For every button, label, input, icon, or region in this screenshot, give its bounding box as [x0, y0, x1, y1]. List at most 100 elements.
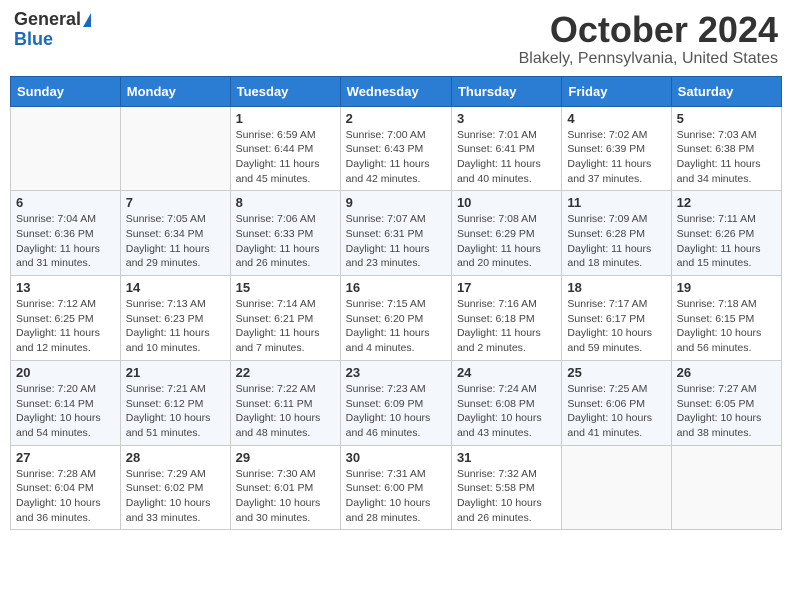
day-number: 31	[457, 450, 556, 465]
day-detail: Sunrise: 7:18 AM Sunset: 6:15 PM Dayligh…	[677, 297, 776, 356]
day-number: 6	[16, 195, 115, 210]
day-number: 8	[236, 195, 335, 210]
day-number: 29	[236, 450, 335, 465]
calendar-cell: 14Sunrise: 7:13 AM Sunset: 6:23 PM Dayli…	[120, 276, 230, 361]
week-row-2: 6 Sunrise: 7:04 AM Sunset: 6:36 PM Daylig…	[11, 191, 782, 276]
day-detail: Sunrise: 7:03 AM Sunset: 6:38 PM Dayligh…	[677, 128, 776, 187]
day-detail: Sunrise: 7:14 AM Sunset: 6:21 PM Dayligh…	[236, 297, 335, 356]
day-number: 5	[677, 111, 776, 126]
day-number: 28	[126, 450, 225, 465]
day-detail: Sunrise: 7:05 AM Sunset: 6:34 PM Dayligh…	[126, 212, 225, 271]
day-number: 7	[126, 195, 225, 210]
day-number: 2	[346, 111, 446, 126]
calendar-cell: 13 Sunrise: 7:12 AM Sunset: 6:25 PM Dayli…	[11, 276, 121, 361]
day-number: 15	[236, 280, 335, 295]
calendar-cell	[562, 445, 671, 530]
day-number: 12	[677, 195, 776, 210]
day-detail: Sunrise: 7:06 AM Sunset: 6:33 PM Dayligh…	[236, 212, 335, 271]
day-detail: Sunrise: 7:30 AM Sunset: 6:01 PM Dayligh…	[236, 467, 335, 526]
day-header-monday: Monday	[120, 76, 230, 106]
logo-blue-text: Blue	[14, 30, 53, 50]
day-number: 13	[16, 280, 115, 295]
calendar-cell: 22 Sunrise: 7:22 AM Sunset: 6:11 PM Dayli…	[230, 360, 340, 445]
day-detail: Sunrise: 7:25 AM Sunset: 6:06 PM Dayligh…	[567, 382, 665, 441]
calendar-cell: 31 Sunrise: 7:32 AM Sunset: 5:58 PM Dayli…	[451, 445, 561, 530]
logo: General Blue	[14, 10, 91, 50]
day-detail: Sunrise: 7:08 AM Sunset: 6:29 PM Dayligh…	[457, 212, 556, 271]
calendar-cell: 26Sunrise: 7:27 AM Sunset: 6:05 PM Dayli…	[671, 360, 781, 445]
day-number: 30	[346, 450, 446, 465]
week-row-4: 20 Sunrise: 7:20 AM Sunset: 6:14 PM Dayli…	[11, 360, 782, 445]
day-number: 11	[567, 195, 665, 210]
day-number: 1	[236, 111, 335, 126]
calendar-cell	[11, 106, 121, 191]
day-detail: Sunrise: 7:09 AM Sunset: 6:28 PM Dayligh…	[567, 212, 665, 271]
week-row-1: 1 Sunrise: 6:59 AM Sunset: 6:44 PM Daylig…	[11, 106, 782, 191]
calendar-cell: 25 Sunrise: 7:25 AM Sunset: 6:06 PM Dayli…	[562, 360, 671, 445]
calendar-cell: 7 Sunrise: 7:05 AM Sunset: 6:34 PM Daylig…	[120, 191, 230, 276]
calendar-cell: 8 Sunrise: 7:06 AM Sunset: 6:33 PM Daylig…	[230, 191, 340, 276]
day-detail: Sunrise: 7:16 AM Sunset: 6:18 PM Dayligh…	[457, 297, 556, 356]
day-number: 21	[126, 365, 225, 380]
calendar-cell: 19 Sunrise: 7:18 AM Sunset: 6:15 PM Dayli…	[671, 276, 781, 361]
day-header-tuesday: Tuesday	[230, 76, 340, 106]
day-number: 20	[16, 365, 115, 380]
logo-general-text: General	[14, 10, 81, 30]
day-detail: Sunrise: 7:32 AM Sunset: 5:58 PM Dayligh…	[457, 467, 556, 526]
day-detail: Sunrise: 7:22 AM Sunset: 6:11 PM Dayligh…	[236, 382, 335, 441]
calendar-cell: 30 Sunrise: 7:31 AM Sunset: 6:00 PM Dayli…	[340, 445, 451, 530]
day-number: 18	[567, 280, 665, 295]
calendar-cell: 1 Sunrise: 6:59 AM Sunset: 6:44 PM Daylig…	[230, 106, 340, 191]
day-number: 25	[567, 365, 665, 380]
day-number: 17	[457, 280, 556, 295]
location: Blakely, Pennsylvania, United States	[519, 50, 778, 68]
day-header-sunday: Sunday	[11, 76, 121, 106]
calendar-cell: 23Sunrise: 7:23 AM Sunset: 6:09 PM Dayli…	[340, 360, 451, 445]
calendar-cell: 5 Sunrise: 7:03 AM Sunset: 6:38 PM Daylig…	[671, 106, 781, 191]
calendar-cell: 18 Sunrise: 7:17 AM Sunset: 6:17 PM Dayli…	[562, 276, 671, 361]
day-detail: Sunrise: 7:20 AM Sunset: 6:14 PM Dayligh…	[16, 382, 115, 441]
calendar-cell: 21Sunrise: 7:21 AM Sunset: 6:12 PM Dayli…	[120, 360, 230, 445]
day-number: 24	[457, 365, 556, 380]
day-detail: Sunrise: 7:24 AM Sunset: 6:08 PM Dayligh…	[457, 382, 556, 441]
day-number: 16	[346, 280, 446, 295]
month-title: October 2024	[519, 10, 778, 50]
day-detail: Sunrise: 7:12 AM Sunset: 6:25 PM Dayligh…	[16, 297, 115, 356]
day-header-friday: Friday	[562, 76, 671, 106]
week-row-5: 27 Sunrise: 7:28 AM Sunset: 6:04 PM Dayli…	[11, 445, 782, 530]
title-section: October 2024 Blakely, Pennsylvania, Unit…	[519, 10, 778, 68]
calendar-cell: 28Sunrise: 7:29 AM Sunset: 6:02 PM Dayli…	[120, 445, 230, 530]
day-detail: Sunrise: 7:31 AM Sunset: 6:00 PM Dayligh…	[346, 467, 446, 526]
day-header-thursday: Thursday	[451, 76, 561, 106]
calendar-cell: 17 Sunrise: 7:16 AM Sunset: 6:18 PM Dayli…	[451, 276, 561, 361]
day-detail: Sunrise: 7:11 AM Sunset: 6:26 PM Dayligh…	[677, 212, 776, 271]
day-detail: Sunrise: 7:01 AM Sunset: 6:41 PM Dayligh…	[457, 128, 556, 187]
day-detail: Sunrise: 7:28 AM Sunset: 6:04 PM Dayligh…	[16, 467, 115, 526]
day-detail: Sunrise: 6:59 AM Sunset: 6:44 PM Dayligh…	[236, 128, 335, 187]
day-detail: Sunrise: 7:15 AM Sunset: 6:20 PM Dayligh…	[346, 297, 446, 356]
day-detail: Sunrise: 7:00 AM Sunset: 6:43 PM Dayligh…	[346, 128, 446, 187]
days-header-row: SundayMondayTuesdayWednesdayThursdayFrid…	[11, 76, 782, 106]
day-number: 27	[16, 450, 115, 465]
page-header: General Blue October 2024 Blakely, Penns…	[10, 10, 782, 68]
day-detail: Sunrise: 7:02 AM Sunset: 6:39 PM Dayligh…	[567, 128, 665, 187]
day-number: 9	[346, 195, 446, 210]
calendar-cell: 16 Sunrise: 7:15 AM Sunset: 6:20 PM Dayli…	[340, 276, 451, 361]
day-number: 19	[677, 280, 776, 295]
day-number: 3	[457, 111, 556, 126]
day-detail: Sunrise: 7:27 AM Sunset: 6:05 PM Dayligh…	[677, 382, 776, 441]
day-number: 10	[457, 195, 556, 210]
week-row-3: 13 Sunrise: 7:12 AM Sunset: 6:25 PM Dayli…	[11, 276, 782, 361]
calendar-cell: 10 Sunrise: 7:08 AM Sunset: 6:29 PM Dayli…	[451, 191, 561, 276]
day-number: 4	[567, 111, 665, 126]
calendar-cell: 11 Sunrise: 7:09 AM Sunset: 6:28 PM Dayli…	[562, 191, 671, 276]
logo-triangle-icon	[83, 13, 91, 27]
calendar-cell: 15 Sunrise: 7:14 AM Sunset: 6:21 PM Dayli…	[230, 276, 340, 361]
day-header-wednesday: Wednesday	[340, 76, 451, 106]
day-number: 22	[236, 365, 335, 380]
calendar-cell: 2 Sunrise: 7:00 AM Sunset: 6:43 PM Daylig…	[340, 106, 451, 191]
day-detail: Sunrise: 7:04 AM Sunset: 6:36 PM Dayligh…	[16, 212, 115, 271]
calendar-cell: 29 Sunrise: 7:30 AM Sunset: 6:01 PM Dayli…	[230, 445, 340, 530]
calendar-table: SundayMondayTuesdayWednesdayThursdayFrid…	[10, 76, 782, 531]
day-detail: Sunrise: 7:17 AM Sunset: 6:17 PM Dayligh…	[567, 297, 665, 356]
